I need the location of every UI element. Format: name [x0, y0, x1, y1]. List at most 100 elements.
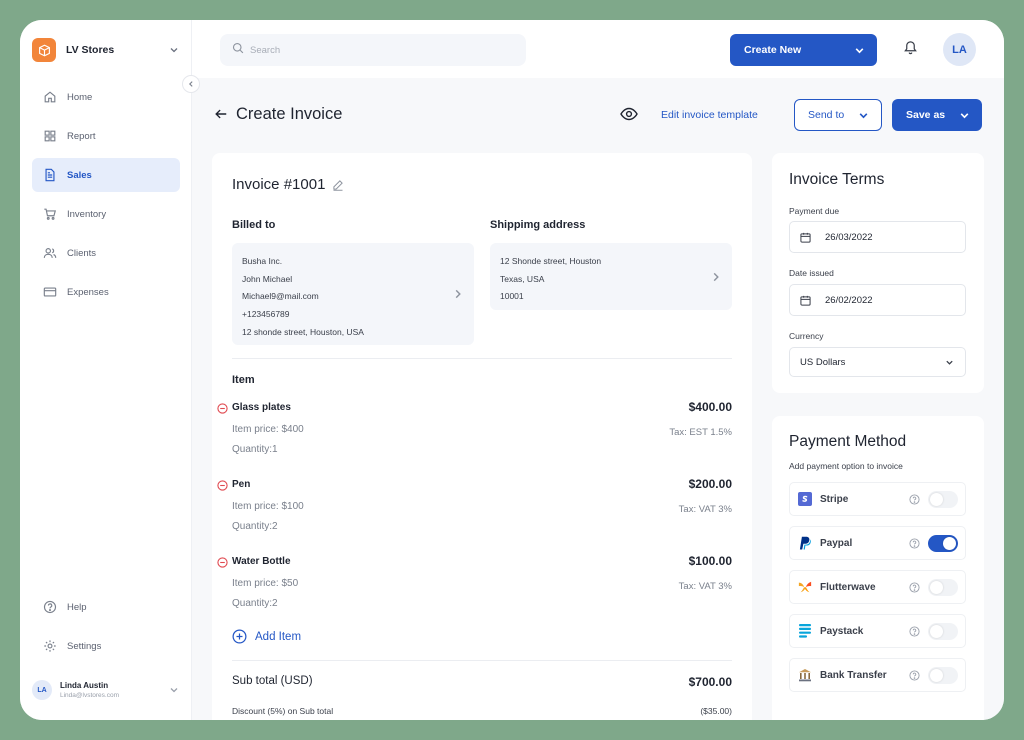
sidebar-item-label: Report: [67, 130, 96, 142]
billed-to-label: Billed to: [232, 219, 276, 231]
payment-option-bank-transfer: Bank Transfer: [789, 658, 966, 692]
toggle-knob: [930, 580, 943, 594]
back-arrow-icon[interactable]: [214, 107, 228, 121]
billed-to-box[interactable]: Busha Inc. John Michael Michael9@mail.co…: [232, 243, 474, 345]
subtotal-label: Sub total (USD): [232, 675, 313, 687]
edit-pencil-icon[interactable]: [332, 179, 344, 191]
sidebar-item-help[interactable]: Help: [32, 590, 180, 624]
calendar-icon: [800, 295, 811, 306]
currency-value: US Dollars: [800, 356, 846, 368]
edit-invoice-template-link[interactable]: Edit invoice template: [661, 109, 758, 121]
topbar: Create New LA: [192, 20, 1004, 78]
avatar[interactable]: LA: [943, 33, 976, 66]
notifications-button[interactable]: [900, 38, 920, 60]
save-as-label: Save as: [906, 109, 946, 121]
currency-label: Currency: [789, 331, 824, 341]
discount-amount: ($35.00): [700, 706, 732, 716]
sidebar-item-label: Settings: [67, 640, 102, 652]
invoice-terms-card: Invoice Terms Payment due 26/03/2022 Dat…: [772, 153, 984, 393]
item-name: Water Bottle: [232, 556, 291, 567]
home-icon: [43, 90, 57, 104]
paypal-toggle[interactable]: [928, 534, 958, 552]
sidebar-item-home[interactable]: Home: [32, 80, 180, 114]
list-item: Water Bottle Item price: $50 Quantity:2 …: [217, 554, 732, 624]
payment-option-paystack: Paystack: [789, 614, 966, 648]
create-new-button[interactable]: Create New: [730, 34, 877, 66]
payment-due-label: Payment due: [789, 206, 840, 216]
chevron-down-icon: [168, 44, 180, 56]
add-item-button[interactable]: Add Item: [232, 629, 301, 644]
user-info: Linda Austin Linda@lvstores.com: [60, 681, 168, 699]
sidebar-item-expenses[interactable]: Expenses: [32, 275, 180, 309]
payment-method-card: Payment Method Add payment option to inv…: [772, 416, 984, 720]
search-icon: [232, 41, 244, 59]
sidebar-item-report[interactable]: Report: [32, 119, 180, 153]
date-issued-field[interactable]: 26/02/2022: [789, 284, 966, 316]
shipping-address-box[interactable]: 12 Shonde street, Houston Texas, USA 100…: [490, 243, 732, 310]
card-icon: [43, 285, 57, 299]
payment-option-stripe: Stripe: [789, 482, 966, 516]
sidebar-item-settings[interactable]: Settings: [32, 629, 180, 663]
remove-item-icon[interactable]: [217, 480, 228, 491]
payment-option-name: Flutterwave: [820, 581, 876, 593]
item-price: Item price: $100: [232, 501, 304, 512]
paystack-toggle[interactable]: [928, 622, 958, 640]
help-icon[interactable]: [909, 537, 920, 549]
chevron-right-icon: [710, 271, 722, 283]
item-price: Item price: $400: [232, 424, 304, 435]
item-quantity: Quantity:2: [232, 521, 278, 532]
item-price: Item price: $50: [232, 578, 299, 589]
payment-option-name: Stripe: [820, 493, 849, 505]
paypal-icon: [798, 535, 812, 551]
document-icon: [43, 168, 57, 182]
brand-switcher[interactable]: LV Stores: [32, 38, 180, 62]
bell-icon: [903, 39, 918, 60]
remove-item-icon[interactable]: [217, 557, 228, 568]
main-content: Create Invoice Edit invoice template Sen…: [192, 78, 1004, 720]
user-menu[interactable]: LA Linda Austin Linda@lvstores.com: [32, 680, 180, 700]
item-quantity: Quantity:2: [232, 598, 278, 609]
currency-select[interactable]: US Dollars: [789, 347, 966, 377]
sidebar-nav: Home Report Sales Inventory Clients Expe…: [32, 80, 180, 314]
billed-company: Busha Inc.: [242, 256, 283, 266]
stripe-toggle[interactable]: [928, 490, 958, 508]
subtotal-amount: $700.00: [688, 675, 732, 689]
send-to-button[interactable]: Send to: [794, 99, 882, 131]
app-window: LV Stores Home Report Sales Inventory Cl…: [20, 20, 1004, 720]
toggle-knob: [943, 536, 956, 550]
remove-item-icon[interactable]: [217, 403, 228, 414]
sidebar-item-inventory[interactable]: Inventory: [32, 197, 180, 231]
user-name: Linda Austin: [60, 681, 109, 690]
sidebar-item-clients[interactable]: Clients: [32, 236, 180, 270]
bank-transfer-toggle[interactable]: [928, 666, 958, 684]
grid-icon: [43, 129, 57, 143]
flutterwave-toggle[interactable]: [928, 578, 958, 596]
help-icon[interactable]: [909, 581, 920, 593]
chevron-down-icon: [168, 684, 180, 696]
search-input[interactable]: [250, 44, 510, 56]
payment-due-field[interactable]: 26/03/2022: [789, 221, 966, 253]
item-tax: Tax: VAT 3%: [678, 581, 732, 592]
sidebar-item-label: Expenses: [67, 286, 109, 298]
billed-phone: +123456789: [242, 309, 290, 320]
preview-eye-icon[interactable]: [620, 107, 638, 123]
invoice-terms-title: Invoice Terms: [789, 171, 885, 188]
help-icon[interactable]: [909, 493, 920, 505]
sidebar-item-label: Clients: [67, 247, 97, 259]
item-amount: $400.00: [688, 400, 732, 414]
divider: [232, 660, 732, 661]
save-as-button[interactable]: Save as: [892, 99, 982, 131]
search-bar[interactable]: [220, 34, 526, 66]
page-title: Create Invoice: [236, 105, 343, 123]
payment-option-name: Paystack: [820, 625, 864, 637]
create-new-label: Create New: [744, 44, 802, 56]
collapse-sidebar-button[interactable]: [182, 75, 200, 93]
list-item: Glass plates Item price: $400 Quantity:1…: [217, 400, 732, 470]
help-icon[interactable]: [909, 625, 920, 637]
invoice-card: Invoice #1001 Billed to Busha Inc. John …: [212, 153, 752, 720]
help-icon[interactable]: [909, 669, 920, 681]
sidebar-item-sales[interactable]: Sales: [32, 158, 180, 192]
toggle-knob: [930, 492, 943, 506]
sidebar-item-label: Sales: [67, 169, 92, 181]
list-item: Pen Item price: $100 Quantity:2 $200.00 …: [217, 477, 732, 547]
